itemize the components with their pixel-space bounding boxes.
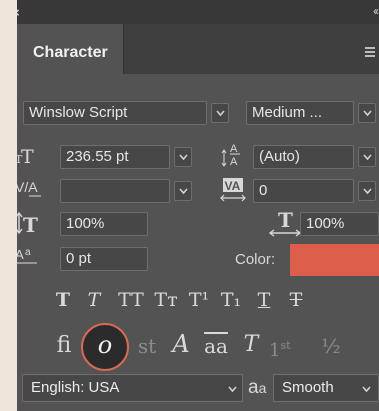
svg-text:V/A: V/A <box>17 179 38 195</box>
antialias-value: Smooth <box>282 379 334 396</box>
collapse-icon[interactable]: ‹‹ <box>373 4 379 18</box>
chevron-down-icon <box>179 188 188 195</box>
horizontal-scale-icon: T <box>268 208 302 237</box>
font-family-field[interactable]: Winslow Script <box>23 101 207 125</box>
antialias-dropdown[interactable]: Smooth <box>273 374 379 402</box>
panel-titlebar: × ‹‹ <box>17 0 379 24</box>
svg-text:a: a <box>25 247 31 258</box>
small-caps-button[interactable]: Tт <box>151 289 181 311</box>
chevron-down-icon <box>363 188 372 195</box>
tracking-dropdown[interactable] <box>358 181 376 201</box>
baseline-shift-field[interactable]: 0 pt <box>60 247 148 271</box>
ordinal-suffix: st <box>280 339 291 352</box>
kerning-field[interactable] <box>60 179 170 203</box>
faux-italic-button[interactable]: T <box>84 289 104 311</box>
kerning-icon: V/A <box>17 179 41 197</box>
antialias-icon: aa <box>248 377 266 399</box>
underline-button[interactable]: T <box>254 289 274 311</box>
discretionary-ligatures-button[interactable]: st <box>135 335 159 357</box>
chevron-down-icon <box>179 154 188 161</box>
tracking-field[interactable]: 0 <box>253 179 354 203</box>
tab-character[interactable]: Character <box>17 24 124 74</box>
horizontal-scale-field[interactable]: 100% <box>300 212 379 236</box>
font-size-dropdown[interactable] <box>174 147 192 167</box>
standard-ligatures-button[interactable]: fi <box>51 335 77 357</box>
font-style-field[interactable]: Medium ... <box>246 101 354 125</box>
contextual-alternates-button[interactable]: o <box>93 333 117 357</box>
chevron-down-icon <box>363 110 372 117</box>
leading-icon: A A <box>221 143 240 168</box>
font-family-dropdown[interactable] <box>211 103 229 123</box>
vertical-scale-field[interactable]: 100% <box>60 212 148 236</box>
chevron-down-icon <box>363 154 372 161</box>
kerning-dropdown[interactable] <box>174 181 192 201</box>
vertical-scale-icon: T <box>17 211 38 235</box>
svg-text:T: T <box>23 213 38 235</box>
svg-text:A: A <box>230 143 238 155</box>
svg-text:T: T <box>21 146 34 165</box>
fractions-button[interactable]: ½ <box>317 335 345 357</box>
faux-bold-button[interactable]: T <box>53 289 73 311</box>
language-dropdown[interactable]: English: USA <box>22 374 243 402</box>
svg-text:T: T <box>278 208 293 232</box>
font-style-dropdown[interactable] <box>358 103 376 123</box>
tab-character-label: Character <box>33 44 108 61</box>
panel-menu-icon[interactable] <box>365 47 375 59</box>
svg-text:VA: VA <box>225 179 241 193</box>
swash-button[interactable]: A <box>167 332 195 356</box>
stylistic-alternates-button[interactable]: aa <box>201 335 231 357</box>
leading-dropdown[interactable] <box>358 147 376 167</box>
superscript-button[interactable]: T¹ <box>185 289 213 311</box>
svg-text:A: A <box>17 247 24 262</box>
font-size-icon: T T <box>17 146 34 165</box>
color-label: Color: <box>235 251 276 268</box>
antialias-icon-small: a <box>258 380 267 396</box>
language-value: English: USA <box>31 379 120 396</box>
all-caps-button[interactable]: TT <box>115 289 147 311</box>
chevron-down-icon <box>362 386 371 393</box>
svg-text:A: A <box>230 156 238 168</box>
leading-field[interactable]: (Auto) <box>253 145 354 169</box>
chevron-down-icon <box>228 386 237 393</box>
antialias-icon-big: a <box>248 377 259 398</box>
text-color-swatch[interactable] <box>290 244 379 276</box>
font-size-field[interactable]: 236.55 pt <box>60 145 170 169</box>
character-panel: × ‹‹ Character Winslow Script Medium ...… <box>17 0 379 411</box>
strikethrough-button[interactable]: T <box>286 289 306 311</box>
ordinal-digit: 1 <box>269 340 281 361</box>
ordinals-button[interactable]: 1st <box>269 335 311 362</box>
baseline-shift-icon: A a <box>17 247 37 264</box>
tab-strip: Character <box>17 24 379 74</box>
chevron-down-icon <box>216 110 225 117</box>
tracking-icon: VA <box>220 178 246 202</box>
close-icon[interactable]: × <box>17 5 20 20</box>
subscript-button[interactable]: T₁ <box>217 289 245 311</box>
titling-alternates-button[interactable]: T <box>239 334 263 356</box>
